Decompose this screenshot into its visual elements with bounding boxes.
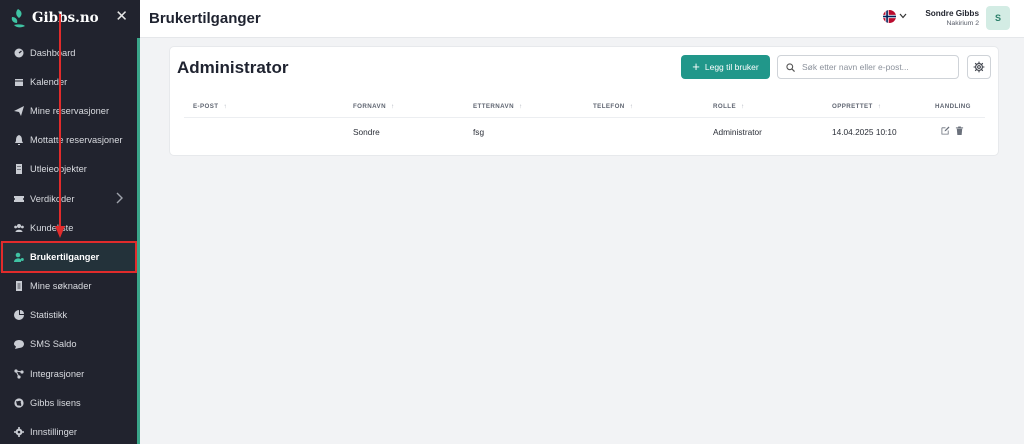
- sort-icon[interactable]: ↑: [223, 103, 227, 110]
- chevron-down-icon[interactable]: [899, 13, 907, 19]
- sidebar-item-mine-reservasjoner[interactable]: Mine reservasjoner: [0, 96, 137, 125]
- users-icon: [14, 223, 24, 233]
- card-title: Administrator: [177, 58, 289, 77]
- search-box[interactable]: [777, 55, 959, 79]
- sidebar-item-label: Mine reservasjoner: [30, 105, 110, 116]
- gear-icon: [973, 61, 985, 73]
- sidebar-item-kundeliste[interactable]: Kundeliste: [0, 213, 137, 242]
- sidebar-item-kalender[interactable]: Kalender: [0, 67, 137, 96]
- sort-icon[interactable]: ↑: [519, 103, 523, 110]
- add-user-button[interactable]: + Legg til bruker: [681, 55, 770, 79]
- sidebar-item-mottatte-reservasjoner[interactable]: Mottatte reservasjoner: [0, 126, 137, 155]
- column-header-email[interactable]: E-POST ↑: [193, 103, 227, 110]
- norway-flag-icon[interactable]: [883, 10, 896, 23]
- dashboard-icon: [14, 48, 24, 58]
- sidebar-item-mine-soknader[interactable]: Mine søknader: [0, 272, 137, 301]
- sidebar-item-label: Verdikoder: [30, 193, 75, 204]
- plus-icon: +: [692, 59, 700, 74]
- sidebar-item-dashboard[interactable]: Dashboard: [0, 38, 137, 67]
- page-title: Brukertilganger: [149, 10, 261, 27]
- user-name[interactable]: Sondre Gibbs: [925, 9, 979, 18]
- sidebar-nav: Dashboard Kalender Mine reservasjoner Mo…: [0, 38, 137, 444]
- sort-icon[interactable]: ↑: [630, 103, 634, 110]
- table-settings-button[interactable]: [967, 55, 991, 79]
- sidebar-item-label: Innstillinger: [30, 427, 78, 438]
- user-key-icon: [14, 252, 24, 262]
- column-header-created[interactable]: OPPRETTET ↑: [832, 103, 881, 110]
- sidebar-item-verdikoder[interactable]: Verdikoder: [0, 184, 137, 213]
- sidebar-item-label: SMS Saldo: [30, 339, 77, 350]
- sidebar-item-label: Utleieobjekter: [30, 164, 87, 175]
- sidebar-item-label: Mine søknader: [30, 281, 92, 292]
- sort-icon[interactable]: ↑: [391, 103, 395, 110]
- cell-first-name: Sondre: [353, 127, 380, 137]
- bell-icon: [14, 135, 24, 146]
- search-input[interactable]: [802, 62, 952, 72]
- leaf-logo-icon: [11, 9, 25, 28]
- table-header: E-POST ↑ FORNAVN ↑ ETTERNAVN ↑ TELEFON ↑ ROL…: [184, 97, 985, 118]
- integration-icon: [14, 369, 24, 379]
- cell-created: 14.04.2025 10:10: [832, 127, 897, 137]
- sidebar-item-label: Dashboard: [30, 47, 76, 58]
- chevron-right-icon: [116, 192, 123, 204]
- top-header: Brukertilganger Sondre Gibbs Nakirium 2 …: [140, 0, 1024, 38]
- sort-icon[interactable]: ↑: [878, 103, 882, 110]
- globe-icon: [14, 398, 24, 408]
- edit-icon[interactable]: [941, 126, 950, 135]
- calendar-icon: [14, 77, 24, 87]
- column-header-last-name[interactable]: ETTERNAVN ↑: [473, 103, 522, 110]
- column-header-phone[interactable]: TELEFON ↑: [593, 103, 633, 110]
- column-header-first-name[interactable]: FORNAVN ↑: [353, 103, 394, 110]
- close-sidebar-icon[interactable]: ✕: [115, 9, 128, 25]
- sidebar-item-label: Kalender: [30, 76, 68, 87]
- send-icon: [14, 105, 24, 116]
- add-user-label: Legg til bruker: [704, 62, 759, 72]
- logo-text: Gibbs.no: [32, 10, 99, 26]
- pie-chart-icon: [14, 310, 24, 321]
- column-header-role[interactable]: ROLLE ↑: [713, 103, 744, 110]
- cell-last-name: fsg: [473, 127, 485, 137]
- sidebar: Gibbs.no ✕ Dashboard Kalender Mine reser…: [0, 0, 140, 444]
- users-card: Administrator + Legg til bruker E-POST↑ …: [169, 46, 999, 156]
- building-icon: [14, 164, 24, 175]
- avatar[interactable]: S: [986, 6, 1010, 30]
- user-organization: Nakirium 2: [946, 20, 979, 27]
- sidebar-item-utleieobjekter[interactable]: Utleieobjekter: [0, 155, 137, 184]
- sidebar-item-innstillinger[interactable]: Innstillinger: [0, 417, 137, 444]
- sidebar-item-label: Statistikk: [30, 310, 68, 321]
- cell-role: Administrator: [713, 127, 762, 137]
- sidebar-item-label: Kundeliste: [30, 222, 74, 233]
- sidebar-item-integrasjoner[interactable]: Integrasjoner: [0, 359, 137, 388]
- column-header-actions: HANDLING: [935, 103, 971, 110]
- sidebar-item-statistikk[interactable]: Statistikk: [0, 301, 137, 330]
- sidebar-item-label: Mottatte reservasjoner: [30, 135, 123, 146]
- search-icon: [786, 62, 795, 72]
- sidebar-scrollbar[interactable]: [137, 38, 140, 444]
- gear-icon: [14, 427, 24, 438]
- sidebar-item-label: Brukertilganger: [30, 251, 100, 262]
- table-row: Sondre fsg Administrator 14.04.2025 10:1…: [184, 120, 985, 142]
- sort-icon[interactable]: ↑: [741, 103, 745, 110]
- sidebar-item-gibbs-lisens[interactable]: Gibbs lisens: [0, 388, 137, 417]
- document-icon: [14, 281, 24, 292]
- sidebar-item-label: Integrasjoner: [30, 368, 85, 379]
- ticket-icon: [14, 194, 24, 204]
- sidebar-item-sms-saldo[interactable]: SMS Saldo: [0, 330, 137, 359]
- sidebar-item-brukertilganger[interactable]: Brukertilganger: [0, 242, 137, 272]
- delete-icon[interactable]: [955, 126, 964, 135]
- sidebar-item-label: Gibbs lisens: [30, 397, 81, 408]
- chat-icon: [14, 339, 24, 350]
